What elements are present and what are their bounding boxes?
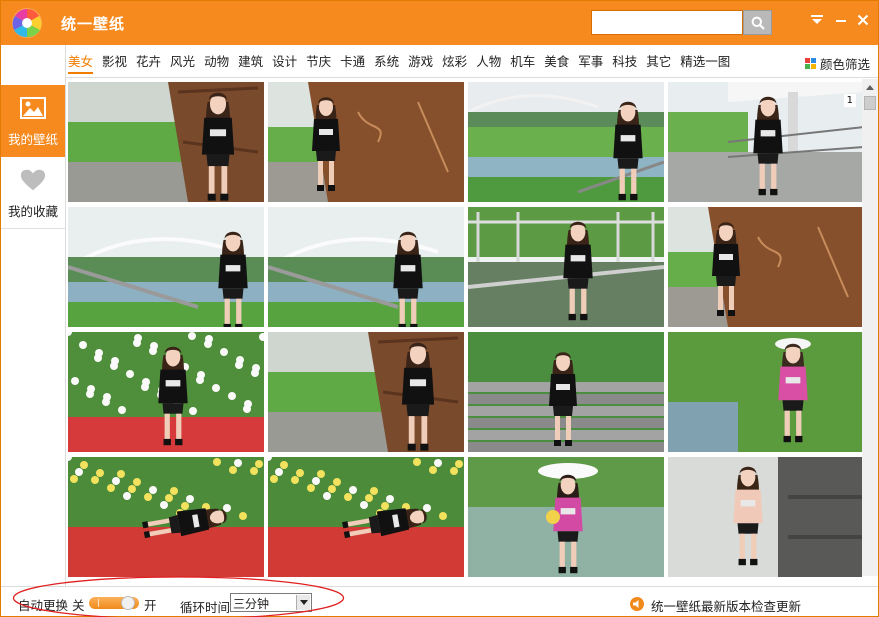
category-tab[interactable]: 军事 [578, 54, 603, 74]
chevron-down-icon[interactable] [296, 595, 310, 610]
heart-icon [20, 167, 46, 193]
color-filter-label: 颜色筛选 [819, 57, 870, 72]
category-tab[interactable]: 节庆 [306, 54, 331, 74]
category-tab[interactable]: 影视 [102, 54, 127, 74]
wallpaper-thumbnail[interactable] [468, 82, 664, 202]
wallpaper-thumbnail[interactable] [268, 207, 464, 327]
close-button[interactable] [854, 11, 872, 29]
wallpaper-thumbnail[interactable] [668, 332, 862, 452]
category-tab[interactable]: 卡通 [340, 54, 365, 74]
search-button[interactable] [743, 10, 772, 35]
title-bar: 统一壁纸 [1, 1, 878, 45]
wallpaper-thumbnail[interactable] [468, 332, 664, 452]
category-tab[interactable]: 精选一图 [680, 54, 730, 74]
wallpaper-thumbnail[interactable] [668, 207, 862, 327]
search-icon [751, 16, 765, 30]
wallpaper-thumbnail[interactable] [468, 457, 664, 577]
category-tab[interactable]: 系统 [374, 54, 399, 74]
off-label: 关 [72, 598, 85, 613]
category-tab[interactable]: 游戏 [408, 54, 433, 74]
category-tab[interactable]: 其它 [646, 54, 671, 74]
wallpaper-thumbnail[interactable] [68, 457, 264, 577]
toggle-mark-icon: | [97, 598, 100, 607]
cycle-time-value: 三分钟 [233, 597, 270, 611]
scroll-up-button[interactable] [862, 79, 878, 95]
wallpaper-thumbnail[interactable]: 1 [668, 82, 862, 202]
category-tab[interactable]: 人物 [476, 54, 501, 74]
category-tab[interactable]: 建筑 [238, 54, 263, 74]
update-check-link[interactable]: 统一壁纸最新版本检查更新 [651, 596, 801, 615]
sidebar-item-label: 我的壁纸 [7, 132, 58, 147]
minimize-button[interactable] [832, 11, 850, 29]
vertical-scrollbar[interactable] [862, 79, 878, 576]
app-title: 统一壁纸 [61, 15, 126, 33]
menu-arrow-icon [811, 15, 823, 24]
color-grid-icon [804, 58, 816, 69]
on-label: 开 [144, 598, 157, 613]
speaker-icon [630, 597, 644, 611]
thumbnail-badge: 1 [843, 94, 856, 107]
toggle-knob[interactable] [121, 596, 135, 610]
auto-change-label: 自动更换 [18, 598, 69, 613]
close-icon [857, 14, 869, 26]
wallpaper-thumbnail[interactable] [268, 82, 464, 202]
wallpaper-thumbnail[interactable] [68, 332, 264, 452]
cycle-time-select[interactable]: 三分钟 [230, 593, 312, 612]
wallpaper-thumbnail[interactable] [268, 332, 464, 452]
chevron-up-icon [866, 84, 874, 90]
menu-dropdown-button[interactable] [808, 11, 826, 29]
category-tab[interactable]: 风光 [170, 54, 195, 74]
minimize-icon [836, 20, 846, 22]
sidebar: 我的壁纸 我的收藏 [1, 45, 66, 586]
cycle-time-label: 循环时间 [180, 600, 231, 615]
category-list: 美女 影视 花卉 风光 动物 建筑 设计 节庆 卡通 系统 游戏 炫彩 人物 机车 美食 军事 科技 其它 精选一图 [68, 54, 739, 74]
category-tab[interactable]: 花卉 [136, 54, 161, 74]
category-tab[interactable]: 美女 [68, 54, 94, 74]
app-logo-icon [11, 7, 43, 39]
wallpaper-thumbnail[interactable] [668, 457, 862, 577]
category-tab[interactable]: 机车 [510, 54, 535, 74]
category-tab[interactable]: 炫彩 [442, 54, 467, 74]
bottom-bar: 自动更换 关 | 开 循环时间 三分钟 统一壁纸最新版本检查更新 [1, 586, 878, 616]
category-bar: 美女 影视 花卉 风光 动物 建筑 设计 节庆 卡通 系统 游戏 炫彩 人物 机车 美食 军事 科技 其它 精选一图… [66, 45, 878, 78]
sidebar-item-my-favorites[interactable]: 我的收藏 [1, 157, 65, 229]
scrollbar-thumb[interactable] [864, 96, 876, 110]
app-window: 统一壁纸 我的壁纸 我的收藏 美女 影视 花卉 风光 动物 建筑 设计 节庆 卡… [0, 0, 879, 617]
color-filter-button[interactable]: 颜色筛选 [804, 54, 870, 73]
wallpaper-thumbnail[interactable] [68, 82, 264, 202]
category-tab[interactable]: 美食 [544, 54, 569, 74]
category-tab[interactable]: 设计 [272, 54, 297, 74]
auto-change-toggle[interactable]: | [89, 596, 139, 610]
wallpaper-grid: 1 [67, 79, 862, 577]
category-tab[interactable]: 动物 [204, 54, 229, 74]
sidebar-item-my-wallpapers[interactable]: 我的壁纸 [1, 85, 65, 157]
wallpaper-thumbnail[interactable] [468, 207, 664, 327]
sidebar-item-label: 我的收藏 [7, 204, 58, 219]
image-icon [20, 95, 46, 121]
category-tab[interactable]: 科技 [612, 54, 637, 74]
wallpaper-thumbnail[interactable] [68, 207, 264, 327]
search-input[interactable] [591, 10, 743, 35]
wallpaper-thumbnail[interactable] [268, 457, 464, 577]
